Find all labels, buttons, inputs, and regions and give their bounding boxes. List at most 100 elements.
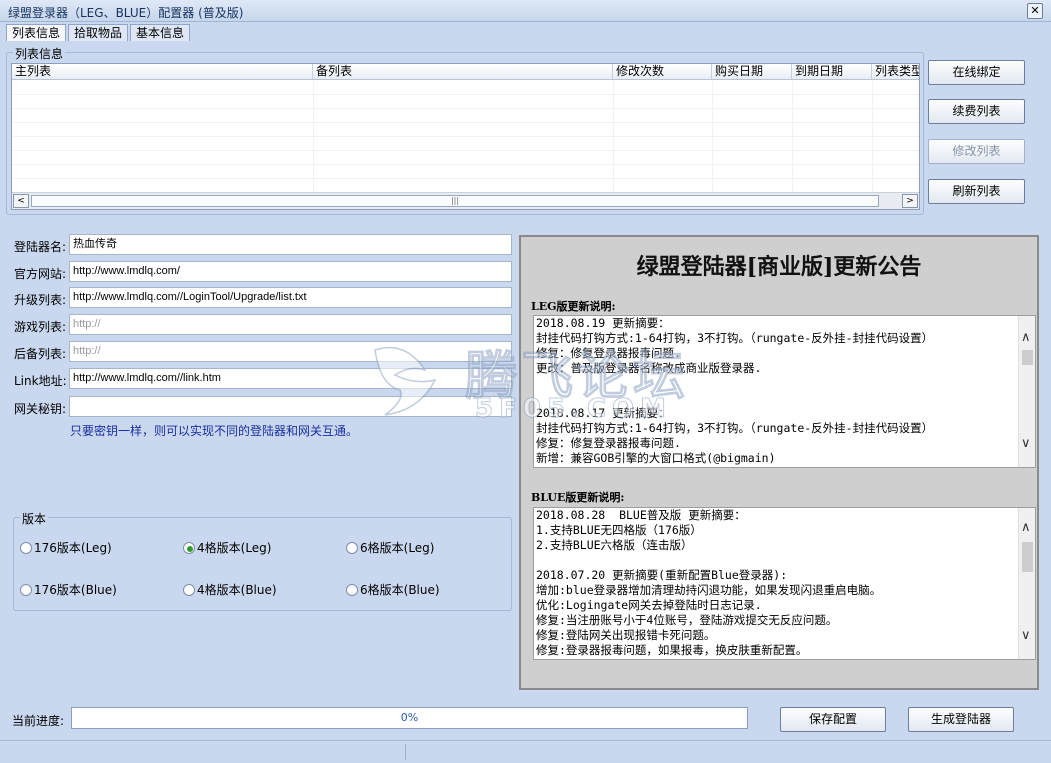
column-header-backup-list[interactable]: 备列表 <box>313 64 613 79</box>
upgrade-list-label: 升级列表: <box>14 293 67 307</box>
leg-note-line: 2018.08.19 更新摘要： <box>536 316 670 330</box>
scroll-down-icon[interactable]: ∨ <box>1021 436 1031 451</box>
blue-note-line: 2.支持BLUE六格版（连击版） <box>536 538 693 552</box>
official-site-label: 官方网站: <box>14 267 67 281</box>
radio-176-blue-label: 176版本(Blue) <box>34 583 117 597</box>
tab-pickup-items[interactable]: 拾取物品 <box>68 24 129 41</box>
leg-notes-scrollbar[interactable]: ∧ ∨ <box>1018 316 1035 467</box>
column-divider <box>313 81 314 193</box>
generate-launcher-button[interactable]: 生成登陆器 <box>908 707 1014 732</box>
table-row[interactable] <box>12 151 919 165</box>
radio-6grid-blue[interactable]: 6格版本(Blue) <box>346 581 440 598</box>
column-header-main-list[interactable]: 主列表 <box>12 64 313 79</box>
radio-icon <box>346 583 358 596</box>
window-title: 绿盟登录器（LEG、BLUE）配置器 (普及版) <box>8 6 244 20</box>
gateway-key-input[interactable] <box>69 396 512 417</box>
leg-notes-label: LEG版更新说明: <box>531 300 616 313</box>
status-bar <box>0 740 1051 763</box>
upgrade-list-input[interactable]: http://www.lmdlq.com//LoginTool/Upgrade/… <box>69 287 512 308</box>
backup-list-input[interactable]: http:// <box>69 341 512 362</box>
scrollbar-thumb[interactable] <box>1022 542 1033 572</box>
radio-icon <box>20 541 32 554</box>
blue-notes-box[interactable]: 2018.08.28 BLUE普及版 更新摘要： 1.支持BLUE无四格版（176… <box>533 507 1036 660</box>
scrollbar-thumb[interactable]: ||| <box>31 195 879 207</box>
column-divider <box>712 81 713 193</box>
blue-note-line <box>534 553 1035 568</box>
scroll-down-icon[interactable]: ∨ <box>1021 628 1031 643</box>
radio-4grid-blue-label: 4格版本(Blue) <box>197 583 277 597</box>
official-site-input[interactable]: http://www.lmdlq.com/ <box>69 261 512 282</box>
blue-note-line: 优化:Logingate网关去掉登陆时日志记录. <box>536 598 762 612</box>
list-table-header: 主列表 备列表 修改次数 购买日期 到期日期 列表类型 <box>12 64 919 80</box>
radio-6grid-leg-label: 6格版本(Leg) <box>360 541 435 555</box>
renew-list-button[interactable]: 续费列表 <box>928 99 1025 124</box>
game-list-input[interactable]: http:// <box>69 314 512 335</box>
scroll-right-button[interactable]: > <box>902 194 918 208</box>
horizontal-scrollbar[interactable]: < ||| > <box>12 192 919 209</box>
table-row[interactable] <box>12 109 919 123</box>
status-separator <box>405 744 406 760</box>
radio-6grid-leg[interactable]: 6格版本(Leg) <box>346 539 434 556</box>
leg-note-line: 封挂代码打钩方式:1-64打钩，3不打钩。（rungate-反外挂-封挂代码设置… <box>536 331 934 345</box>
launcher-name-input[interactable]: 热血传奇 <box>69 234 512 255</box>
progress-label: 当前进度: <box>12 714 65 728</box>
radio-checked-icon <box>183 541 195 554</box>
column-header-modify-count[interactable]: 修改次数 <box>613 64 712 79</box>
refresh-list-button[interactable]: 刷新列表 <box>928 179 1025 204</box>
list-table[interactable]: 主列表 备列表 修改次数 购买日期 到期日期 列表类型 < ||| > <box>11 63 920 210</box>
leg-note-line: 新增：兼容GOB引擎的大窗口格式(@bigmain) <box>536 451 776 465</box>
notice-title: 绿盟登陆器[商业版]更新公告 <box>636 254 922 280</box>
game-list-label: 游戏列表: <box>14 320 67 334</box>
blue-note-line: 1.支持BLUE无四格版（176版） <box>536 523 702 537</box>
blue-note-line: 修复:登陆网关出现报错卡死问题。 <box>536 628 716 642</box>
scrollbar-thumb[interactable] <box>1022 350 1033 365</box>
scroll-up-icon[interactable]: ∧ <box>1021 330 1031 345</box>
radio-4grid-blue[interactable]: 4格版本(Blue) <box>183 581 277 598</box>
leg-note-line <box>534 391 1035 406</box>
progress-text: 0% <box>400 711 419 724</box>
close-icon: ✕ <box>1030 4 1040 17</box>
radio-176-leg[interactable]: 176版本(Leg) <box>20 539 112 556</box>
progress-bar: 0% <box>71 707 748 729</box>
version-group-label: 版本 <box>20 510 49 527</box>
column-header-list-type[interactable]: 列表类型 <box>872 64 919 79</box>
blue-note-line: 增加:blue登录器增加清理劫持闪退功能，如果发现闪退重启电脑。 <box>536 583 882 597</box>
tab-basic-info[interactable]: 基本信息 <box>130 24 191 41</box>
blue-note-line: 修复:当注册账号小于4位账号，登陆游戏提交无反应问题。 <box>536 613 838 627</box>
column-header-purchase-date[interactable]: 购买日期 <box>712 64 792 79</box>
column-divider <box>872 81 873 193</box>
radio-4grid-leg[interactable]: 4格版本(Leg) <box>183 539 271 556</box>
chevron-left-icon: < <box>17 196 25 206</box>
table-row[interactable] <box>12 165 919 179</box>
radio-icon <box>20 583 32 596</box>
blue-notes-scrollbar[interactable]: ∧ ∨ <box>1018 508 1035 659</box>
leg-note-line: 更改：普及版登录器名称改成商业版登录器. <box>536 361 762 375</box>
link-address-input[interactable]: http://www.lmdlq.com//link.htm <box>69 368 512 389</box>
radio-176-blue[interactable]: 176版本(Blue) <box>20 581 117 598</box>
close-button[interactable]: ✕ <box>1027 3 1043 19</box>
table-row[interactable] <box>12 95 919 109</box>
table-row[interactable] <box>12 81 919 95</box>
column-header-expire-date[interactable]: 到期日期 <box>792 64 872 79</box>
leg-note-line: 修复：修复登录器报毒问题. <box>536 436 681 450</box>
blue-note-line: 2018.08.28 BLUE普及版 更新摘要： <box>536 508 746 522</box>
leg-notes-box[interactable]: 2018.08.19 更新摘要： 封挂代码打钩方式:1-64打钩，3不打钩。（ru… <box>533 315 1036 468</box>
save-config-button[interactable]: 保存配置 <box>780 707 886 732</box>
radio-icon <box>183 583 195 596</box>
scroll-left-button[interactable]: < <box>13 194 29 208</box>
table-row[interactable] <box>12 123 919 137</box>
tab-list-info[interactable]: 列表信息 <box>6 24 67 41</box>
link-address-label: Link地址: <box>14 374 67 388</box>
leg-note-line <box>534 376 1035 391</box>
blue-notes-label: BLUE版更新说明: <box>531 491 625 504</box>
launcher-name-label: 登陆器名: <box>14 240 67 254</box>
radio-4grid-leg-label: 4格版本(Leg) <box>197 541 272 555</box>
list-table-body <box>12 81 919 193</box>
online-bind-button[interactable]: 在线绑定 <box>928 60 1025 85</box>
radio-icon <box>346 541 358 554</box>
radio-176-leg-label: 176版本(Leg) <box>34 541 112 555</box>
table-row[interactable] <box>12 137 919 151</box>
scroll-up-icon[interactable]: ∧ <box>1021 520 1031 535</box>
leg-note-line: 封挂代码打钩方式:1-64打钩，3不打钩。（rungate-反外挂-封挂代码设置… <box>536 421 934 435</box>
modify-list-button[interactable]: 修改列表 <box>928 139 1025 164</box>
